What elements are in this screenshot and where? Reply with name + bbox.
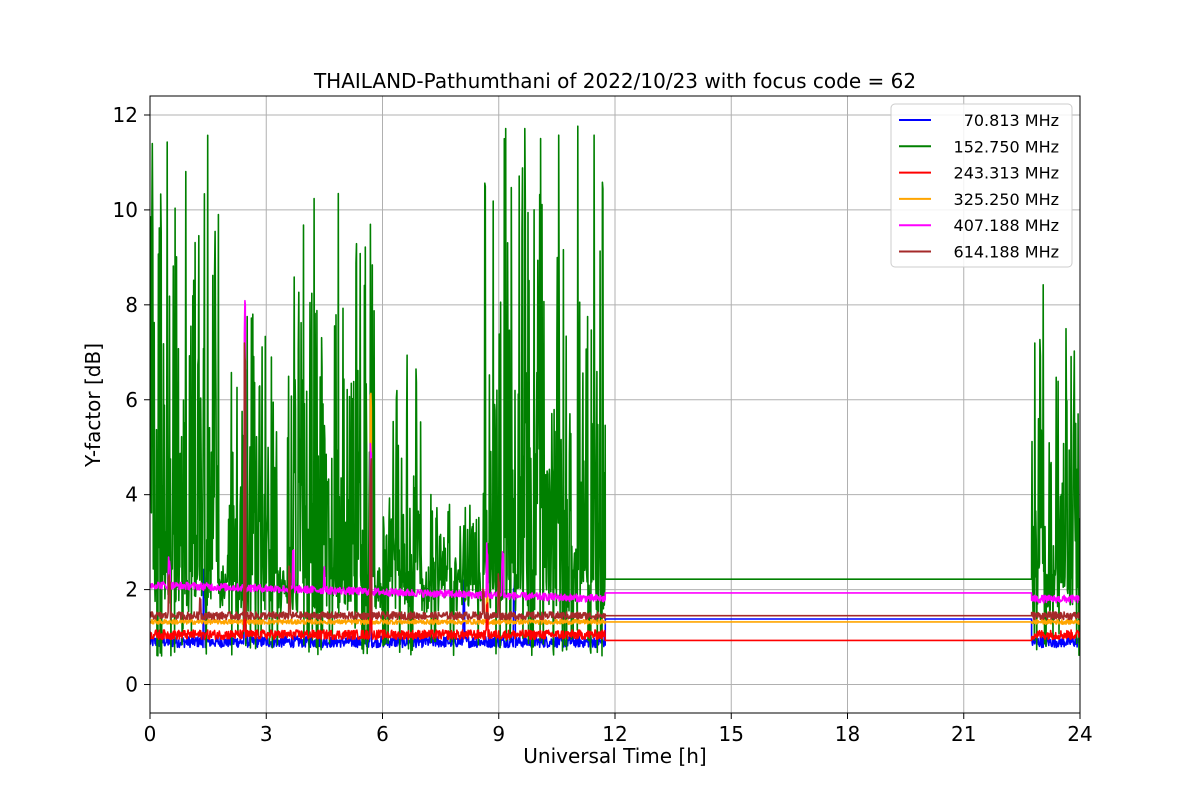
x-tick-label: 12 [602,722,627,746]
legend-label: 70.813 MHz [964,111,1059,130]
y-axis-label: Y-factor [dB] [81,343,105,468]
x-tick-label: 18 [835,722,860,746]
y-tick-label: 12 [113,103,138,127]
x-axis-label: Universal Time [h] [523,744,706,768]
x-tick-label: 3 [260,722,273,746]
x-tick-label: 21 [951,722,976,746]
x-tick-label: 15 [719,722,744,746]
chart: THAILAND-Pathumthani of 2022/10/23 with … [0,0,1200,800]
y-tick-label: 2 [125,578,138,602]
x-tick-label: 6 [376,722,389,746]
legend-label: 325.250 MHz [954,190,1059,209]
x-tick-label: 0 [144,722,157,746]
legend-label: 243.313 MHz [954,164,1059,183]
y-tick-label: 6 [125,388,138,412]
x-tick-label: 9 [492,722,505,746]
chart-title: THAILAND-Pathumthani of 2022/10/23 with … [313,69,916,93]
legend-label: 614.188 MHz [954,243,1059,262]
y-tick-label: 8 [125,293,138,317]
x-tick-label: 24 [1067,722,1092,746]
y-tick-label: 0 [125,673,138,697]
legend-label: 152.750 MHz [954,137,1059,156]
y-tick-label: 10 [113,198,138,222]
legend: 70.813 MHz 152.750 MHz 243.313 MHz 325.250 … [890,103,1073,268]
y-tick-label: 4 [125,483,138,507]
legend-label: 407.188 MHz [954,216,1059,235]
